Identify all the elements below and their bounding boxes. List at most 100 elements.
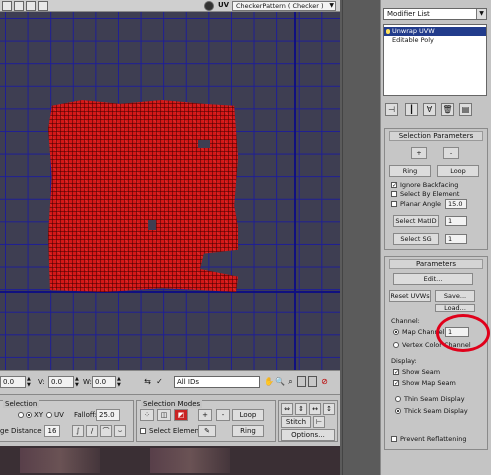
modifier-stack: Unwrap UVW Editable Poly [383,24,487,96]
modifier-list-dropdown[interactable]: Modifier List ▼ [383,8,487,20]
checker-toggle-icon[interactable] [204,1,214,11]
show-seam-checkbox[interactable]: ✓ [393,369,399,376]
rollout-title: Parameters [415,260,457,268]
remove-modifier-icon[interactable]: 🗑 [441,103,454,116]
ignore-backfacing-checkbox[interactable]: ✓ [391,182,397,189]
falloff-slow-icon[interactable]: ⌒ [100,425,112,437]
vertex-mode-icon[interactable]: ⁘ [140,409,154,421]
select-element-checkbox[interactable] [140,428,146,434]
zoom-icon[interactable]: 🔍 [275,376,285,387]
rotate-icon[interactable] [14,1,24,11]
edge-distance-spinner[interactable]: 16 [44,425,60,437]
face-mode-icon[interactable]: ◩ [174,409,188,421]
divider [342,0,343,475]
move-icon[interactable] [2,1,12,11]
loop-button[interactable]: Loop [437,165,479,177]
falloff-fast-icon[interactable]: ⌣ [114,425,126,437]
stack-toolbar: ⊣ ┃ ∀ 🗑 ▤ [385,103,485,117]
grow-selection-icon[interactable]: + [198,409,212,421]
stack-item-editable-poly[interactable]: Editable Poly [384,36,486,45]
paint-select-icon[interactable]: ✎ [198,425,216,437]
uv-border-horizontal [0,291,340,293]
select-matid-button[interactable]: Select MatID [393,215,439,227]
uv-radio[interactable] [46,412,52,418]
ring-button[interactable]: Ring [389,165,431,177]
stretch-icon[interactable]: ↕ [323,403,335,415]
shrink-selection-icon[interactable]: - [216,409,230,421]
scale-icon[interactable] [26,1,36,11]
w-spinner[interactable]: 0.0 [92,376,116,388]
show-end-result-icon[interactable]: ┃ [405,103,418,116]
xy-radio-selected[interactable] [26,412,32,418]
make-unique-icon[interactable]: ∀ [423,103,436,116]
thick-seam-radio[interactable] [395,408,401,414]
falloff-linear-icon[interactable]: ∫ [72,425,84,437]
spinner-arrows-icon[interactable]: ▲ ▼ [75,376,81,388]
pan-icon[interactable]: ✋ [264,376,274,387]
u-spinner[interactable]: 0.0 [0,376,26,388]
edit-button[interactable]: Edit... [393,273,473,285]
grow-button[interactable]: + [411,147,427,159]
xy-radio[interactable] [18,412,24,418]
falloff-spinner[interactable]: 25.0 [96,409,120,421]
planar-angle-checkbox[interactable] [391,201,397,207]
ignore-backfacing-label: Ignore Backfacing [400,181,459,189]
select-sg-button[interactable]: Select SG [393,233,439,245]
prevent-reflattening-label: Prevent Reflattening [400,435,467,443]
freeform-icon[interactable] [38,1,48,11]
selection-parameters-header[interactable]: Selection Parameters [389,131,483,141]
select-matid-label: Select MatID [395,217,437,225]
uv-bottom-panel: Selection XY UV Falloff: 25.0 ge Distanc… [0,394,340,446]
ring-button[interactable]: Ring [232,425,264,437]
loop-label: Loop [239,411,257,419]
lightbulb-icon[interactable] [386,29,390,34]
sg-spinner[interactable]: 1 [445,234,467,244]
stitch-label: Stitch [285,418,307,426]
parameters-header[interactable]: Parameters [389,259,483,269]
spinner-arrows-icon[interactable]: ▲ ▼ [27,376,33,388]
options-button[interactable]: Options... [281,429,335,441]
falloff-value: 25.0 [99,411,115,419]
select-by-element-checkbox[interactable] [391,191,397,197]
falloff-smooth-icon[interactable]: / [86,425,98,437]
grid-snap-icon[interactable]: ⊘ [320,376,329,387]
save-button[interactable]: Save... [435,290,475,302]
rollout-title: Selection Parameters [398,132,474,140]
map-channel-radio[interactable] [393,329,399,335]
zoom-extents-icon[interactable] [297,376,306,387]
shrink-label: - [449,149,453,157]
spinner-arrows-icon[interactable]: ▲ ▼ [117,376,123,388]
show-map-seam-checkbox[interactable]: ✓ [393,380,399,387]
stitch-button[interactable]: Stitch [281,416,311,428]
stack-item-label: Editable Poly [392,36,434,44]
thin-seam-radio[interactable] [395,396,401,402]
weld-icon[interactable]: ⊢ [313,416,325,428]
reset-uvws-button[interactable]: Reset UVWs [389,290,431,302]
planar-angle-spinner[interactable]: 15.0 [445,199,467,209]
v-spinner[interactable]: 0.0 [48,376,74,388]
prevent-reflattening-checkbox[interactable] [391,436,397,442]
zoom-selected-icon[interactable] [308,376,317,387]
stack-item-unwrap-uvw[interactable]: Unwrap UVW [384,27,486,36]
uv-viewport[interactable] [0,12,340,370]
edge-mode-icon[interactable]: ◫ [157,409,171,421]
matid-spinner[interactable]: 1 [445,216,467,226]
material-ids-value: All IDs [177,378,200,386]
shrink-button[interactable]: - [443,147,459,159]
mirror-icon[interactable]: ⇆ [143,376,152,387]
texture-dropdown[interactable]: CheckerPattern ( Checker ) ▼ [232,1,336,11]
zoom-region-icon[interactable]: ⌕ [286,376,295,387]
align-horizontal-icon[interactable]: ⇔ [281,403,293,415]
configure-sets-icon[interactable]: ▤ [459,103,472,116]
vertex-color-channel-radio[interactable] [393,342,399,348]
uv-mesh[interactable] [48,100,238,292]
pin-stack-icon[interactable]: ⊣ [385,103,398,116]
load-button[interactable]: Load... [435,304,475,312]
u-value: 0.0 [3,378,15,386]
stack-item-label: Unwrap UVW [392,27,435,35]
pin-icon[interactable]: ✓ [155,376,164,387]
material-ids-dropdown[interactable]: All IDs [174,376,260,388]
align-vertical-icon[interactable]: ⇕ [295,403,307,415]
straighten-icon[interactable]: ↔ [309,403,321,415]
loop-button[interactable]: Loop [232,409,264,421]
